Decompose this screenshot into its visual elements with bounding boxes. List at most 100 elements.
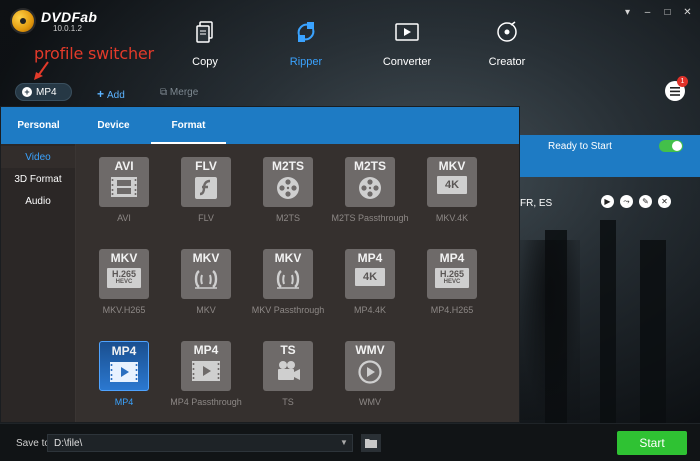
tab-device[interactable]: Device [76, 107, 151, 144]
format-tile[interactable]: AVI [99, 157, 149, 207]
format-name: MP4.4K [353, 305, 386, 315]
task-toggle[interactable] [659, 140, 683, 152]
format-option[interactable]: MP4 H.265 HEVC MP4.H265 [407, 249, 497, 315]
module-converter[interactable]: Converter [367, 18, 447, 68]
add-button[interactable]: + Add [97, 87, 125, 101]
format-tag: WMV [355, 343, 385, 357]
format-option[interactable]: MKV 4K MKV.4K [407, 157, 497, 223]
save-path-input[interactable] [47, 434, 353, 452]
plus-icon: + [97, 87, 105, 101]
format-tag: MKV [192, 251, 220, 265]
format-name: MP4 Passthrough [170, 397, 242, 407]
format-tile[interactable]: MP4 [181, 341, 231, 391]
merge-icon: ⧉ [160, 87, 170, 98]
share-icon[interactable]: ⤳ [620, 195, 633, 208]
format-tag: MKV [438, 159, 466, 173]
format-option[interactable]: MKV MKV Passthrough [243, 249, 333, 315]
chevron-down-icon[interactable]: ▼ [340, 438, 348, 447]
format-tile[interactable]: M2TS [345, 157, 395, 207]
format-tile[interactable]: M2TS [263, 157, 313, 207]
merge-button[interactable]: ⧉ Merge [160, 87, 198, 98]
module-copy[interactable]: Copy [165, 18, 245, 68]
format-tile[interactable]: WMV [345, 341, 395, 391]
format-tile[interactable]: MKV H.265 HEVC [99, 249, 149, 299]
matroska-icon [192, 268, 220, 293]
play-film-icon [192, 360, 220, 385]
close-icon[interactable]: ✕ [681, 6, 694, 19]
format-tile[interactable]: FLV [181, 157, 231, 207]
format-option[interactable]: MP4 MP4 Passthrough [161, 341, 251, 407]
category-video[interactable]: Video [1, 146, 75, 168]
format-name: M2TS Passthrough [331, 213, 409, 223]
format-tile[interactable]: MKV 4K [427, 157, 477, 207]
film-icon [111, 176, 137, 201]
format-option[interactable]: M2TS M2TS [243, 157, 333, 223]
h265-badge-icon: H.265 HEVC [107, 268, 141, 288]
maximize-icon[interactable]: □ [661, 6, 674, 19]
play-icon[interactable]: ▶ [601, 195, 614, 208]
module-creator[interactable]: Creator [467, 18, 547, 68]
converter-icon [367, 18, 447, 46]
app-window: ▾ – □ ✕ DVDFab 10.0.1.2 profile switcher… [0, 0, 700, 461]
format-tile[interactable]: TS [263, 341, 313, 391]
format-tile[interactable]: MKV [181, 249, 231, 299]
format-name: MKV [196, 305, 216, 315]
format-option[interactable]: MKV MKV [161, 249, 251, 315]
module-label: Copy [192, 56, 218, 68]
format-tag: TS [280, 343, 296, 357]
window-controls: ▾ – □ ✕ [621, 6, 694, 19]
format-option[interactable]: TS TS [243, 341, 333, 407]
app-name: DVDFab [41, 9, 98, 25]
hevc-label: HEVC [115, 279, 133, 285]
format-tag: MKV [274, 251, 302, 265]
edit-icon[interactable]: ✎ [639, 195, 652, 208]
format-option[interactable]: M2TS M2TS Passthrough [325, 157, 415, 223]
format-option[interactable]: FLV FLV [161, 157, 251, 223]
subtitle-languages: FR, ES [520, 198, 553, 209]
format-option[interactable]: MKV H.265 HEVC MKV.H265 [79, 249, 169, 315]
format-option[interactable]: MP4 4K MP4.4K [325, 249, 415, 315]
module-label: Converter [382, 56, 432, 68]
category-audio[interactable]: Audio [1, 190, 75, 212]
merge-label: Merge [169, 87, 199, 98]
format-tag: MP4 [439, 251, 465, 265]
browse-folder-button[interactable] [361, 434, 381, 452]
format-tile[interactable]: MP4 [99, 341, 149, 391]
format-option[interactable]: MP4 MP4 [79, 341, 169, 407]
dropdown-menu-icon[interactable]: ▾ [621, 6, 634, 19]
film-reel-icon [358, 176, 382, 203]
format-tile[interactable]: MP4 4K [345, 249, 395, 299]
format-name: FLV [198, 213, 214, 223]
format-tile[interactable]: MKV [263, 249, 313, 299]
minimize-icon[interactable]: – [641, 6, 654, 19]
notification-badge: 1 [677, 76, 688, 87]
category-3d-format[interactable]: 3D Format [1, 168, 75, 190]
format-tag: M2TS [271, 159, 304, 173]
format-tile[interactable]: MP4 H.265 HEVC [427, 249, 477, 299]
ripper-icon [266, 18, 346, 46]
tab-format[interactable]: Format [151, 107, 226, 144]
profile-label: MP4 [36, 86, 57, 98]
task-status: Ready to Start [548, 141, 612, 152]
profile-switcher-button[interactable]: + MP4 [15, 83, 72, 101]
dvdfab-logo-icon [10, 8, 36, 34]
play-circle-icon [358, 360, 382, 387]
format-tag: M2TS [353, 159, 386, 173]
format-grid: AVI AVI FLV FLV M2TS M2TS M2TS M2TS Passthrough… [76, 144, 519, 422]
background-figure [520, 240, 580, 420]
flash-icon [194, 176, 218, 203]
tab-personal[interactable]: Personal [1, 107, 76, 144]
profile-panel: Personal Device Format Video 3D Format A… [0, 106, 520, 423]
4k-badge-icon: 4K [437, 176, 467, 194]
copy-icon [165, 18, 245, 46]
format-name: MP4 [114, 397, 134, 407]
format-option[interactable]: AVI AVI [79, 157, 169, 223]
start-button[interactable]: Start [617, 431, 687, 455]
format-option[interactable]: WMV WMV [325, 341, 415, 407]
format-name: WMV [359, 397, 381, 407]
format-name: M2TS [275, 213, 300, 223]
module-ripper[interactable]: Ripper [266, 18, 346, 68]
module-label: Creator [488, 56, 526, 68]
plus-icon: + [22, 87, 32, 97]
remove-icon[interactable]: ✕ [658, 195, 671, 208]
